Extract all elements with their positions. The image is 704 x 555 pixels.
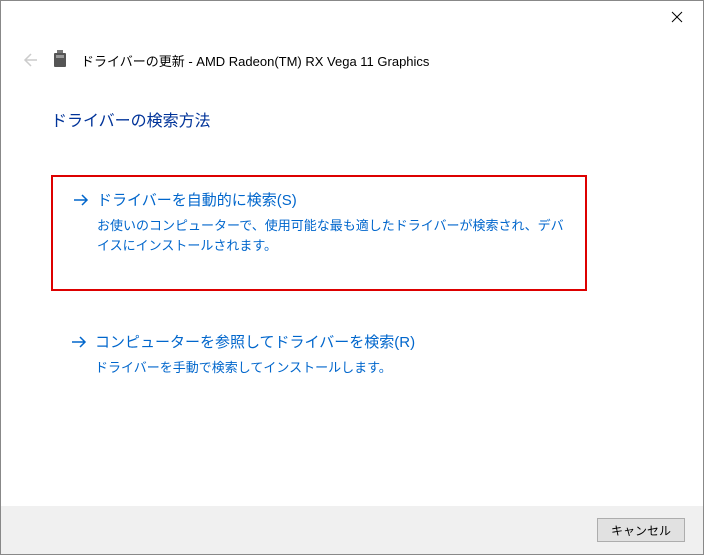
back-arrow-icon [20, 51, 38, 69]
close-icon [671, 11, 683, 23]
option-browse-title: コンピューターを参照してドライバーを検索(R) [95, 331, 415, 352]
cancel-button[interactable]: キャンセル [597, 518, 685, 542]
device-icon [51, 49, 69, 71]
title-bar [1, 1, 703, 33]
option-title-row: ドライバーを自動的に検索(S) [73, 189, 565, 210]
close-button[interactable] [663, 3, 691, 31]
header: ドライバーの更新 - AMD Radeon(TM) RX Vega 11 Gra… [1, 33, 703, 79]
option-auto-search[interactable]: ドライバーを自動的に検索(S) お使いのコンピューターで、使用可能な最も適したド… [51, 175, 587, 291]
option-title-row: コンピューターを参照してドライバーを検索(R) [71, 331, 567, 352]
footer: キャンセル [1, 506, 703, 554]
back-button[interactable] [19, 50, 39, 70]
window-title: ドライバーの更新 - AMD Radeon(TM) RX Vega 11 Gra… [81, 51, 429, 70]
page-heading: ドライバーの検索方法 [51, 107, 653, 131]
option-auto-desc: お使いのコンピューターで、使用可能な最も適したドライバーが検索され、デバイスにイ… [97, 216, 565, 255]
option-browse[interactable]: コンピューターを参照してドライバーを検索(R) ドライバーを手動で検索してインス… [51, 317, 587, 392]
content-area: ドライバーの検索方法 ドライバーを自動的に検索(S) お使いのコンピューターで、… [1, 79, 703, 392]
option-auto-title: ドライバーを自動的に検索(S) [97, 189, 297, 210]
arrow-right-icon [73, 193, 89, 207]
arrow-right-icon [71, 335, 87, 349]
option-browse-desc: ドライバーを手動で検索してインストールします。 [95, 358, 567, 378]
